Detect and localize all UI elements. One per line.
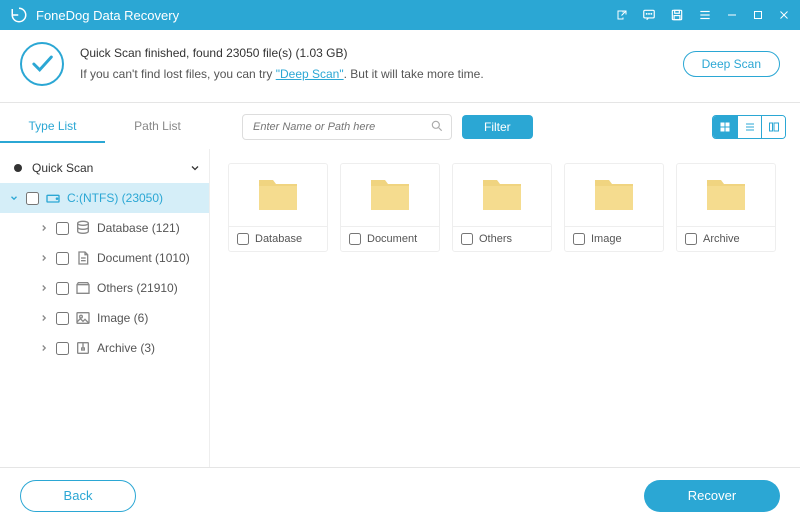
folder-footer: Image — [565, 226, 663, 251]
folder-label: Others — [479, 233, 512, 245]
chevron-right-icon[interactable] — [38, 313, 50, 323]
folder-checkbox[interactable] — [461, 233, 473, 245]
tree-root-quick-scan[interactable]: Quick Scan — [0, 153, 209, 183]
content-grid: Database Document Others Image Archive — [210, 149, 800, 521]
footer: Back Recover — [0, 467, 800, 523]
tree-item-label: Others (21910) — [97, 281, 178, 295]
sidebar-tree: Quick Scan C:(NTFS) (23050) Database (12… — [0, 149, 210, 521]
tab-path-list[interactable]: Path List — [105, 111, 210, 143]
folder-card[interactable]: Document — [340, 163, 440, 252]
folder-label: Image — [591, 233, 622, 245]
save-icon[interactable] — [670, 8, 684, 22]
tree-checkbox[interactable] — [56, 282, 69, 295]
folder-label: Document — [367, 233, 417, 245]
scan-status-banner: Quick Scan finished, found 23050 file(s)… — [0, 30, 800, 103]
tree-root-label: Quick Scan — [32, 161, 93, 175]
tree-checkbox[interactable] — [56, 342, 69, 355]
folder-label: Database — [255, 233, 302, 245]
app-logo-icon — [10, 6, 28, 24]
chevron-down-icon[interactable] — [8, 193, 20, 203]
folder-checkbox[interactable] — [349, 233, 361, 245]
scan-status-message: Quick Scan finished, found 23050 file(s)… — [80, 44, 683, 84]
folder-icon — [257, 178, 299, 212]
scan-summary: Quick Scan finished, found 23050 file(s)… — [80, 44, 683, 63]
tree-item[interactable]: Archive (3) — [0, 333, 209, 363]
drive-icon — [45, 190, 61, 206]
tab-type-list[interactable]: Type List — [0, 111, 105, 143]
folder-icon — [705, 178, 747, 212]
recover-button[interactable]: Recover — [644, 480, 780, 512]
tree-item[interactable]: Document (1010) — [0, 243, 209, 273]
chevron-down-icon[interactable] — [189, 162, 201, 174]
tree-item[interactable]: Others (21910) — [0, 273, 209, 303]
menu-icon[interactable] — [698, 8, 712, 22]
folder-checkbox[interactable] — [573, 233, 585, 245]
hint-pre: If you can't find lost files, you can tr… — [80, 67, 276, 81]
folder-footer: Others — [453, 226, 551, 251]
main-area: Quick Scan C:(NTFS) (23050) Database (12… — [0, 149, 800, 521]
tree-item-label: Image (6) — [97, 311, 148, 325]
tree-item-label: Archive (3) — [97, 341, 155, 355]
search-icon[interactable] — [430, 119, 444, 133]
tree-checkbox[interactable] — [56, 222, 69, 235]
folder-card[interactable]: Image — [564, 163, 664, 252]
grid-view-icon[interactable] — [713, 116, 737, 138]
folder-footer: Database — [229, 226, 327, 251]
list-view-icon[interactable] — [737, 116, 761, 138]
titlebar: FoneDog Data Recovery — [0, 0, 800, 30]
folder-footer: Archive — [677, 226, 775, 251]
tree-item[interactable]: Database (121) — [0, 213, 209, 243]
folder-checkbox[interactable] — [237, 233, 249, 245]
filter-button[interactable]: Filter — [462, 115, 533, 139]
tree-item-label: Document (1010) — [97, 251, 190, 265]
tree-item-label: Database (121) — [97, 221, 180, 235]
folder-footer: Document — [341, 226, 439, 251]
folder-checkbox[interactable] — [685, 233, 697, 245]
tree-checkbox[interactable] — [56, 252, 69, 265]
window-controls — [616, 8, 790, 22]
close-icon[interactable] — [778, 9, 790, 21]
toolbar: Type List Path List Filter — [0, 103, 800, 149]
others-icon — [75, 280, 91, 296]
bullet-icon — [14, 164, 22, 172]
archive-icon — [75, 340, 91, 356]
chevron-right-icon[interactable] — [38, 343, 50, 353]
detail-view-icon[interactable] — [761, 116, 785, 138]
tree-checkbox[interactable] — [56, 312, 69, 325]
database-icon — [75, 220, 91, 236]
tree-drive-c[interactable]: C:(NTFS) (23050) — [0, 183, 209, 213]
folder-card[interactable]: Archive — [676, 163, 776, 252]
deep-scan-button[interactable]: Deep Scan — [683, 51, 780, 77]
document-icon — [75, 250, 91, 266]
image-icon — [75, 310, 91, 326]
drive-label: C:(NTFS) (23050) — [67, 191, 163, 205]
folder-card[interactable]: Others — [452, 163, 552, 252]
maximize-icon[interactable] — [752, 9, 764, 21]
chevron-right-icon[interactable] — [38, 283, 50, 293]
search-input[interactable] — [242, 114, 452, 140]
folder-card[interactable]: Database — [228, 163, 328, 252]
chevron-right-icon[interactable] — [38, 253, 50, 263]
list-tabs: Type List Path List — [0, 111, 210, 143]
tree-item[interactable]: Image (6) — [0, 303, 209, 333]
feedback-icon[interactable] — [642, 8, 656, 22]
folder-icon — [369, 178, 411, 212]
share-icon[interactable] — [616, 9, 628, 21]
chevron-right-icon[interactable] — [38, 223, 50, 233]
folder-icon — [593, 178, 635, 212]
view-toggle — [712, 115, 786, 139]
search-field-wrap — [242, 114, 452, 140]
checkmark-icon — [20, 42, 64, 86]
folder-icon — [481, 178, 523, 212]
folder-label: Archive — [703, 233, 740, 245]
minimize-icon[interactable] — [726, 9, 738, 21]
drive-checkbox[interactable] — [26, 192, 39, 205]
app-title: FoneDog Data Recovery — [36, 8, 616, 23]
deep-scan-link[interactable]: "Deep Scan" — [276, 67, 344, 81]
hint-post: . But it will take more time. — [344, 67, 484, 81]
back-button[interactable]: Back — [20, 480, 136, 512]
